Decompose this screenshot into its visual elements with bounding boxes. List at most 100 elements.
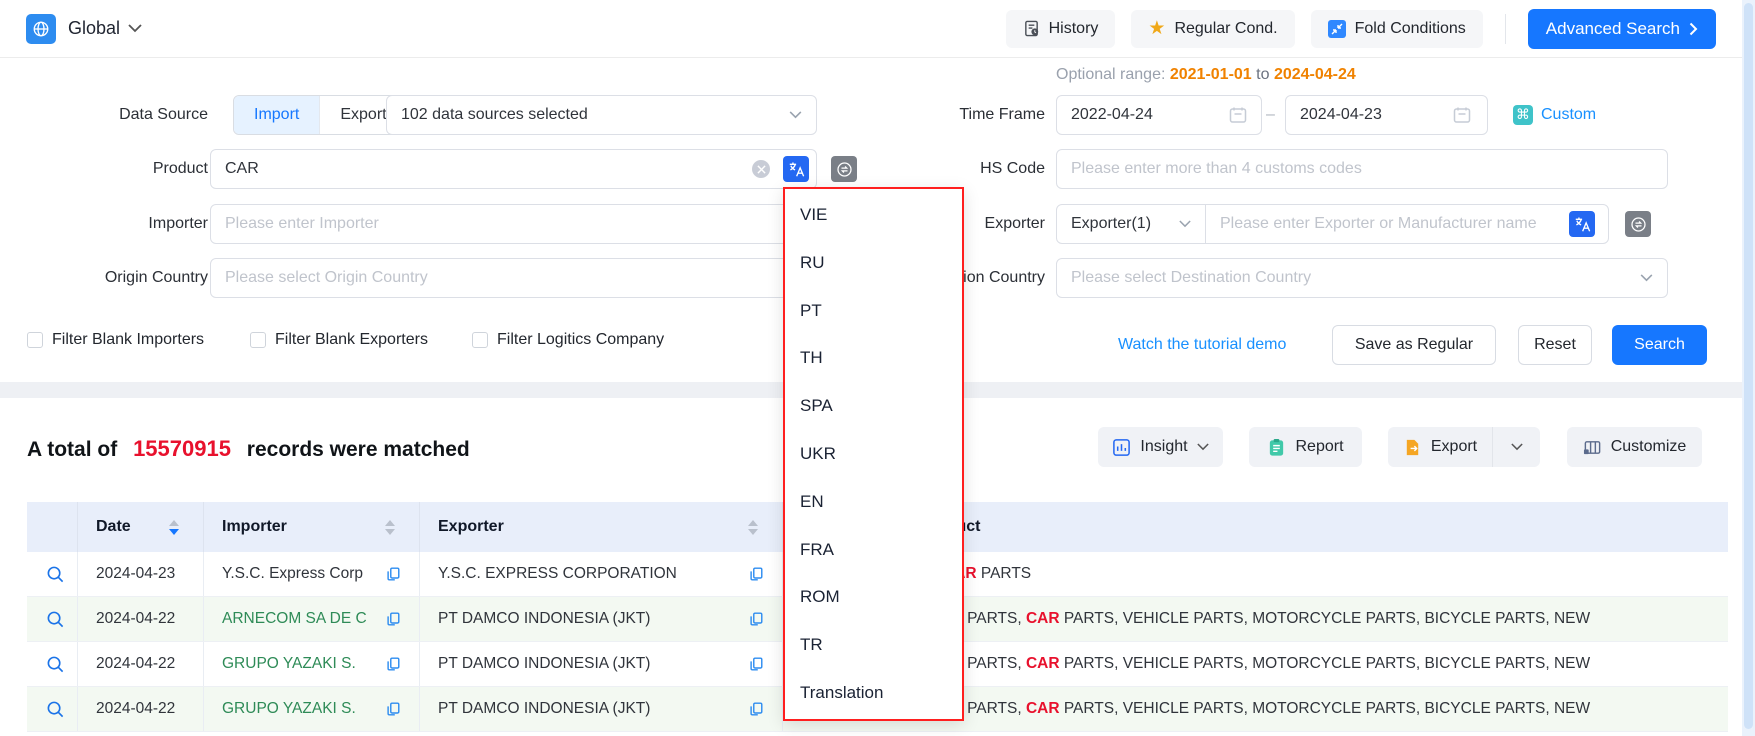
fold-conditions-button[interactable]: Fold Conditions bbox=[1311, 10, 1483, 48]
copy-icon[interactable] bbox=[385, 566, 401, 582]
export-options-button[interactable] bbox=[1492, 427, 1540, 467]
importer-cell: Y.S.C. Express Corp bbox=[204, 552, 420, 596]
data-sources-select[interactable]: 102 data sources selected bbox=[386, 95, 817, 135]
synonym-search-icon[interactable] bbox=[1625, 211, 1651, 237]
time-frame-label: Time Frame bbox=[845, 95, 1045, 135]
origin-country-select[interactable]: Please select Origin Country bbox=[210, 258, 817, 298]
product-label: Product bbox=[8, 149, 208, 189]
translate-icon[interactable] bbox=[783, 156, 809, 182]
translate-icon[interactable] bbox=[1569, 211, 1595, 237]
filter-logitics-company-checkbox[interactable]: Filter Logitics Company bbox=[472, 331, 664, 349]
hs-code-input[interactable] bbox=[1056, 149, 1668, 189]
header-exporter[interactable]: Exporter bbox=[420, 502, 783, 552]
date-cell: 2024-04-23 bbox=[78, 552, 204, 596]
checkbox-icon bbox=[472, 332, 488, 348]
data-source-label: Data Source bbox=[8, 95, 208, 135]
insight-button[interactable]: Insight bbox=[1098, 427, 1223, 467]
optional-range-start: 2021-01-01 bbox=[1170, 66, 1252, 83]
language-option[interactable]: TH bbox=[785, 334, 962, 382]
language-option[interactable]: SPA bbox=[785, 382, 962, 430]
report-icon bbox=[1267, 438, 1286, 457]
language-option[interactable]: VIE bbox=[785, 191, 962, 239]
row-search-icon[interactable] bbox=[46, 565, 65, 584]
row-search-icon[interactable] bbox=[46, 610, 65, 629]
date-separator: – bbox=[1266, 95, 1275, 135]
exporter-cell: PT DAMCO INDONESIA (JKT) bbox=[420, 642, 783, 686]
data-source-toggle: Import Export bbox=[233, 95, 408, 135]
tutorial-demo-link[interactable]: Watch the tutorial demo bbox=[1118, 325, 1286, 365]
export-button[interactable]: Export bbox=[1388, 427, 1492, 467]
copy-icon[interactable] bbox=[748, 656, 764, 672]
language-option[interactable]: ROM bbox=[785, 574, 962, 622]
product-input[interactable] bbox=[210, 149, 817, 189]
regular-cond-button[interactable]: ★ Regular Cond. bbox=[1131, 10, 1294, 48]
import-tab[interactable]: Import bbox=[234, 96, 319, 134]
search-button[interactable]: Search bbox=[1612, 325, 1707, 365]
copy-icon[interactable] bbox=[748, 611, 764, 627]
date-cell: 2024-04-22 bbox=[78, 597, 204, 641]
exporter-cell: PT DAMCO INDONESIA (JKT) bbox=[420, 597, 783, 641]
language-option[interactable]: UKR bbox=[785, 430, 962, 478]
origin-country-label: Origin Country bbox=[8, 258, 208, 298]
exporter-input[interactable] bbox=[1205, 204, 1609, 244]
language-option[interactable]: PT bbox=[785, 287, 962, 335]
sort-icons[interactable] bbox=[169, 520, 185, 535]
row-search-icon[interactable] bbox=[46, 700, 65, 719]
save-as-regular-button[interactable]: Save as Regular bbox=[1332, 325, 1496, 365]
copy-icon[interactable] bbox=[385, 656, 401, 672]
copy-icon[interactable] bbox=[385, 611, 401, 627]
insight-icon bbox=[1112, 438, 1131, 457]
sort-icons[interactable] bbox=[385, 520, 401, 535]
page-scrollbar[interactable] bbox=[1742, 0, 1755, 736]
custom-time-link[interactable]: ⌘ Custom bbox=[1513, 95, 1596, 135]
language-option[interactable]: Translation bbox=[785, 669, 962, 717]
language-option[interactable]: TR bbox=[785, 621, 962, 669]
copy-icon[interactable] bbox=[385, 701, 401, 717]
product-match: CAR bbox=[1026, 655, 1060, 672]
language-option[interactable]: EN bbox=[785, 478, 962, 526]
row-search-icon[interactable] bbox=[46, 655, 65, 674]
filter-blank-importers-checkbox[interactable]: Filter Blank Importers bbox=[27, 331, 204, 349]
checkbox-icon bbox=[27, 332, 43, 348]
chevron-down-icon bbox=[1640, 274, 1653, 282]
advanced-search-button[interactable]: Advanced Search bbox=[1528, 9, 1716, 49]
sort-icons[interactable] bbox=[748, 520, 764, 535]
checkbox-icon bbox=[250, 332, 266, 348]
customize-button[interactable]: Customize bbox=[1567, 427, 1702, 467]
clear-icon[interactable] bbox=[752, 160, 770, 178]
language-option[interactable]: RU bbox=[785, 239, 962, 287]
copy-icon[interactable] bbox=[748, 701, 764, 717]
globe-logo-icon[interactable] bbox=[26, 14, 56, 44]
importer-label: Importer bbox=[8, 204, 208, 244]
records-summary: A total of 15570915 records were matched bbox=[27, 436, 470, 462]
history-button[interactable]: History bbox=[1006, 10, 1116, 48]
product-match: CAR bbox=[1026, 610, 1060, 627]
divider bbox=[1505, 14, 1506, 44]
chevron-down-icon[interactable] bbox=[128, 24, 142, 33]
time-frame-start-input[interactable] bbox=[1056, 95, 1262, 135]
copy-icon[interactable] bbox=[748, 566, 764, 582]
hs-code-label: HS Code bbox=[845, 149, 1045, 189]
records-count: 15570915 bbox=[133, 436, 231, 461]
header-date[interactable]: Date bbox=[78, 502, 204, 552]
exporter-type-select[interactable]: Exporter(1) bbox=[1056, 204, 1206, 244]
product-match: CAR bbox=[1026, 700, 1060, 717]
filter-blank-exporters-checkbox[interactable]: Filter Blank Exporters bbox=[250, 331, 428, 349]
importer-cell: ARNECOM SA DE C bbox=[204, 597, 420, 641]
header-importer[interactable]: Importer bbox=[204, 502, 420, 552]
time-frame-end-input[interactable] bbox=[1285, 95, 1488, 135]
arrow-right-icon bbox=[1689, 22, 1698, 36]
destination-country-select[interactable]: Please select Destination Country bbox=[1056, 258, 1668, 298]
customize-icon bbox=[1583, 438, 1602, 457]
history-icon bbox=[1023, 20, 1040, 37]
optional-range-end: 2024-04-24 bbox=[1274, 66, 1356, 83]
date-cell: 2024-04-22 bbox=[78, 687, 204, 731]
report-button[interactable]: Report bbox=[1249, 427, 1362, 467]
importer-input[interactable] bbox=[210, 204, 817, 244]
language-option[interactable]: FRA bbox=[785, 526, 962, 574]
scrollbar-thumb[interactable] bbox=[1744, 3, 1753, 729]
exporter-cell: PT DAMCO INDONESIA (JKT) bbox=[420, 687, 783, 731]
reset-button[interactable]: Reset bbox=[1518, 325, 1592, 365]
header-spacer bbox=[27, 502, 78, 552]
optional-range: Optional range: 2021-01-01 to 2024-04-24 bbox=[1056, 66, 1356, 84]
